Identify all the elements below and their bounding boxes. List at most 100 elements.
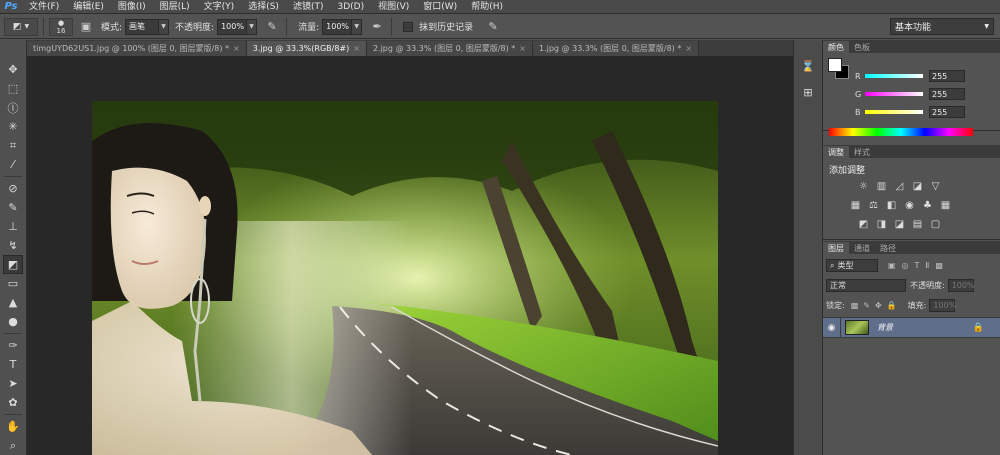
threshold-icon[interactable]: ◪ <box>893 218 906 231</box>
close-icon[interactable]: × <box>233 44 240 53</box>
gradient-tool-icon[interactable]: ▭ <box>3 274 23 293</box>
black-white-icon[interactable]: ◧ <box>885 199 898 212</box>
eye-icon[interactable]: ◉ <box>823 317 841 338</box>
path-selection-tool-icon[interactable]: ➤ <box>3 374 23 393</box>
search-icon: ⌕ <box>830 260 835 270</box>
vibrance-icon[interactable]: ▽ <box>929 180 942 193</box>
tab-layers[interactable]: 图层 <box>823 242 849 254</box>
tab-styles[interactable]: 样式 <box>849 146 875 158</box>
foreground-color-swatch[interactable] <box>828 58 842 72</box>
invert-icon[interactable]: ◩ <box>857 218 870 231</box>
doc-tab-timg[interactable]: timgUYD62US1.jpg @ 100% (图层 0, 图层蒙版/8) *… <box>27 41 247 56</box>
blend-mode-select[interactable]: 正常 <box>826 279 906 292</box>
pressure-size-icon[interactable]: ✎ <box>484 18 502 36</box>
doc-tab-2[interactable]: 2.jpg @ 33.3% (图层 0, 图层蒙版/8) * × <box>366 41 533 56</box>
menu-view[interactable]: 视图(V) <box>371 0 416 14</box>
color-balance-icon[interactable]: ⚖ <box>867 199 880 212</box>
red-value-input[interactable]: 255 <box>929 70 965 82</box>
tab-color[interactable]: 颜色 <box>823 41 849 53</box>
menu-image[interactable]: 图像(I) <box>111 0 153 14</box>
menu-3d[interactable]: 3D(D) <box>330 0 371 14</box>
close-icon[interactable]: × <box>353 44 360 53</box>
lock-icons[interactable]: ▩✎✥🔒 <box>851 301 902 310</box>
posterize-icon[interactable]: ◨ <box>875 218 888 231</box>
menu-select[interactable]: 选择(S) <box>241 0 286 14</box>
menu-file[interactable]: 文件(F) <box>22 0 66 14</box>
layer-background[interactable]: ◉ 背景 🔒 <box>823 317 1000 338</box>
green-value-input[interactable]: 255 <box>929 88 965 100</box>
exposure-icon[interactable]: ◪ <box>911 180 924 193</box>
mode-select[interactable]: 画笔 <box>125 18 160 35</box>
lasso-tool-icon[interactable]: ⓛ <box>3 98 23 117</box>
chevron-down-icon[interactable]: ▼ <box>352 18 363 35</box>
layer-filter-value: 类型 <box>837 261 854 270</box>
tab-paths[interactable]: 路径 <box>875 242 901 254</box>
blur-tool-icon[interactable]: ▲ <box>3 293 23 312</box>
move-tool-icon[interactable]: ✥ <box>3 60 23 79</box>
pressure-opacity-icon[interactable]: ✎ <box>263 18 281 36</box>
type-tool-icon[interactable]: T <box>3 355 23 374</box>
blue-value-input[interactable]: 255 <box>929 106 965 118</box>
toolbox: ✥ ⬚ ⓛ ✳ ⌗ ⁄ ⊘ ✎ ⊥ ↯ ◩ ▭ ▲ ● ✑ T ➤ ✿ ✋ ⌕ <box>0 40 27 455</box>
pen-tool-icon[interactable]: ✑ <box>3 336 23 355</box>
doc-tab-1[interactable]: 1.jpg @ 33.3% (图层 0, 图层蒙版/8) * × <box>533 41 700 56</box>
levels-icon[interactable]: ▥ <box>875 180 888 193</box>
menu-filter[interactable]: 滤镜(T) <box>286 0 331 14</box>
tab-channels[interactable]: 通道 <box>849 242 875 254</box>
close-icon[interactable]: × <box>519 44 526 53</box>
brush-tool-icon[interactable]: ✎ <box>3 198 23 217</box>
chevron-down-icon[interactable]: ▼ <box>247 18 258 35</box>
close-icon[interactable]: × <box>685 44 692 53</box>
brightness-icon[interactable]: ☼ <box>857 180 870 193</box>
tab-swatches[interactable]: 色板 <box>849 41 875 53</box>
hand-tool-icon[interactable]: ✋ <box>3 417 23 436</box>
channel-mixer-icon[interactable]: ♣ <box>921 199 934 212</box>
menu-edit[interactable]: 编辑(E) <box>66 0 111 14</box>
chevron-down-icon[interactable]: ▼ <box>159 18 170 35</box>
eraser-tool-icon[interactable]: ◩ <box>3 255 23 274</box>
brush-panel-icon[interactable]: ▣ <box>77 18 95 36</box>
crop-tool-icon[interactable]: ⌗ <box>3 136 23 155</box>
canvas-area[interactable] <box>27 56 793 455</box>
red-slider[interactable] <box>865 74 923 78</box>
hue-saturation-icon[interactable]: ▦ <box>849 199 862 212</box>
eyedropper-tool-icon[interactable]: ⁄ <box>3 155 23 174</box>
color-spectrum-bar[interactable] <box>829 128 973 136</box>
history-panel-icon[interactable]: ⌛ <box>798 56 818 76</box>
filter-icons[interactable]: ▣◎TⅡ▩ <box>888 261 949 270</box>
healing-brush-tool-icon[interactable]: ⊘ <box>3 179 23 198</box>
menu-window[interactable]: 窗口(W) <box>416 0 464 14</box>
history-brush-tool-icon[interactable]: ↯ <box>3 236 23 255</box>
brush-size-picker[interactable]: ● 16 <box>49 17 73 36</box>
menu-help[interactable]: 帮助(H) <box>464 0 510 14</box>
green-slider[interactable] <box>865 92 923 96</box>
workspace-select[interactable]: 基本功能 ▼ <box>890 18 994 35</box>
blue-slider[interactable] <box>865 110 923 114</box>
selective-color-icon[interactable]: ▢ <box>929 218 942 231</box>
shape-tool-icon[interactable]: ✿ <box>3 393 23 412</box>
doc-tab-3[interactable]: 3.jpg @ 33.3%(RGB/8#) × <box>246 41 367 56</box>
flow-input[interactable]: 100% <box>322 18 353 35</box>
airbrush-icon[interactable]: ✒ <box>368 18 386 36</box>
properties-panel-icon[interactable]: ⊞ <box>798 82 818 102</box>
menu-type[interactable]: 文字(Y) <box>197 0 242 14</box>
chevron-down-icon: ▼ <box>984 23 989 30</box>
menu-layer[interactable]: 图层(L) <box>153 0 197 14</box>
clone-stamp-tool-icon[interactable]: ⊥ <box>3 217 23 236</box>
erase-history-checkbox[interactable] <box>403 21 414 32</box>
zoom-tool-icon[interactable]: ⌕ <box>3 436 23 455</box>
document-canvas[interactable] <box>92 101 718 455</box>
fill-input[interactable]: 100% <box>929 299 956 312</box>
magic-wand-tool-icon[interactable]: ✳ <box>3 117 23 136</box>
layer-filter-select[interactable]: ⌕ 类型 <box>826 259 878 272</box>
gradient-map-icon[interactable]: ▤ <box>911 218 924 231</box>
photo-filter-icon[interactable]: ◉ <box>903 199 916 212</box>
marquee-tool-icon[interactable]: ⬚ <box>3 79 23 98</box>
tab-adjustments[interactable]: 调整 <box>823 146 849 158</box>
tool-preset-picker[interactable]: ◩ ▼ <box>4 17 38 36</box>
curves-icon[interactable]: ◿ <box>893 180 906 193</box>
dodge-tool-icon[interactable]: ● <box>3 312 23 331</box>
color-lookup-icon[interactable]: ▦ <box>939 199 952 212</box>
opacity-input[interactable]: 100% <box>217 18 248 35</box>
layer-opacity-input[interactable]: 100% <box>947 279 975 292</box>
